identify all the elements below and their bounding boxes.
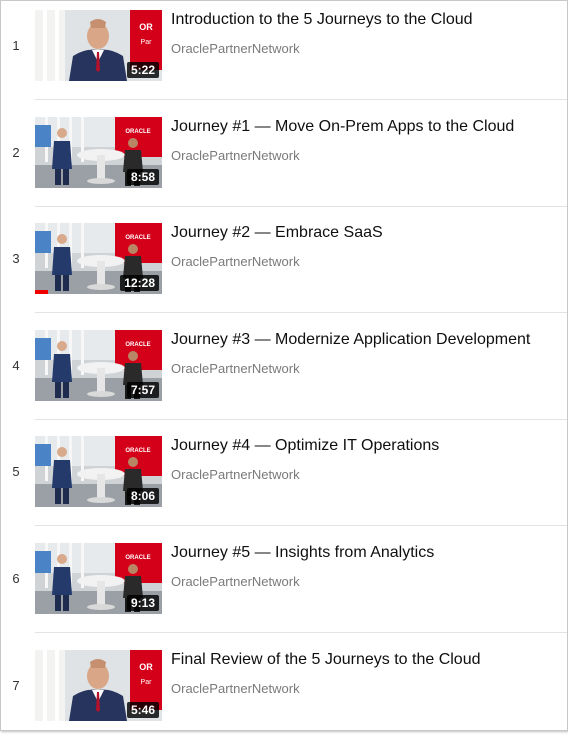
row-divider <box>35 525 567 526</box>
playlist-item[interactable]: 5 ORACLE 8:06 Journey #4 — Optimize IT Oper… <box>1 427 567 533</box>
video-thumbnail[interactable]: ORACLE 8:06 <box>35 436 162 507</box>
video-title[interactable]: Journey #5 — Insights from Analytics <box>171 544 434 562</box>
duration-badge: 7:57 <box>126 382 159 398</box>
svg-text:ORACLE: ORACLE <box>125 448 150 454</box>
duration-badge: 9:13 <box>126 595 159 611</box>
svg-text:ORACLE: ORACLE <box>125 555 150 561</box>
channel-name[interactable]: OraclePartnerNetwork <box>171 574 300 589</box>
channel-name[interactable]: OraclePartnerNetwork <box>171 467 300 482</box>
playlist-index: 6 <box>12 571 20 586</box>
video-thumbnail[interactable]: OR Par 5:22 <box>35 10 162 81</box>
window-frame: 1 OR Par 5:22 Introduction to the 5 Journeys… <box>0 0 568 731</box>
channel-name[interactable]: OraclePartnerNetwork <box>171 148 300 163</box>
video-title[interactable]: Journey #3 — Modernize Application Devel… <box>171 331 530 349</box>
channel-name[interactable]: OraclePartnerNetwork <box>171 681 300 696</box>
video-thumbnail[interactable]: ORACLE 12:28 <box>35 223 162 294</box>
svg-text:OR: OR <box>139 22 153 32</box>
duration-badge: 8:06 <box>126 488 159 504</box>
row-divider <box>35 632 567 633</box>
duration-badge: 5:46 <box>126 702 159 718</box>
svg-text:Par: Par <box>141 39 153 46</box>
duration-badge: 12:28 <box>120 275 159 291</box>
playlist-item[interactable]: 7 OR Par 5:46 Final Review of the 5 Journeys… <box>1 641 567 747</box>
duration-badge: 5:22 <box>126 62 159 78</box>
playlist-item[interactable]: 6 ORACLE 9:13 Journey #5 — Insights from An… <box>1 534 567 640</box>
video-thumbnail[interactable]: ORACLE 9:13 <box>35 543 162 614</box>
playlist-item[interactable]: 1 OR Par 5:22 Introduction to the 5 Journeys… <box>1 1 567 107</box>
playlist-index: 1 <box>12 38 20 53</box>
row-divider <box>35 206 567 207</box>
svg-text:Par: Par <box>141 679 153 686</box>
video-title[interactable]: Introduction to the 5 Journeys to the Cl… <box>171 11 473 29</box>
video-thumbnail[interactable]: OR Par 5:46 <box>35 650 162 721</box>
video-thumbnail[interactable]: ORACLE 7:57 <box>35 330 162 401</box>
playlist-index: 2 <box>12 145 20 160</box>
svg-text:OR: OR <box>139 662 153 672</box>
svg-text:ORACLE: ORACLE <box>125 129 150 135</box>
video-title[interactable]: Journey #4 — Optimize IT Operations <box>171 437 439 455</box>
watch-progress-bar <box>35 290 48 294</box>
video-thumbnail[interactable]: ORACLE 8:58 <box>35 117 162 188</box>
channel-name[interactable]: OraclePartnerNetwork <box>171 254 300 269</box>
playlist-index: 5 <box>12 464 20 479</box>
video-title[interactable]: Final Review of the 5 Journeys to the Cl… <box>171 651 481 669</box>
svg-text:ORACLE: ORACLE <box>125 235 150 241</box>
channel-name[interactable]: OraclePartnerNetwork <box>171 361 300 376</box>
video-title[interactable]: Journey #1 — Move On-Prem Apps to the Cl… <box>171 118 514 136</box>
playlist-item[interactable]: 4 ORACLE 7:57 Journey #3 — Modernize Applic… <box>1 321 567 427</box>
row-divider <box>35 419 567 420</box>
duration-badge: 8:58 <box>126 169 159 185</box>
playlist-item[interactable]: 2 ORACLE 8:58 Journey #1 — Move On-Prem App… <box>1 108 567 214</box>
video-title[interactable]: Journey #2 — Embrace SaaS <box>171 224 383 242</box>
svg-text:ORACLE: ORACLE <box>125 342 150 348</box>
row-divider <box>35 312 567 313</box>
row-divider <box>35 99 567 100</box>
playlist-index: 7 <box>12 678 20 693</box>
playlist-item[interactable]: 3 ORACLE 12:28 Journey #2 — Embrace SaaS Ora… <box>1 214 567 320</box>
playlist-index: 4 <box>12 358 20 373</box>
channel-name[interactable]: OraclePartnerNetwork <box>171 41 300 56</box>
playlist-index: 3 <box>12 251 20 266</box>
